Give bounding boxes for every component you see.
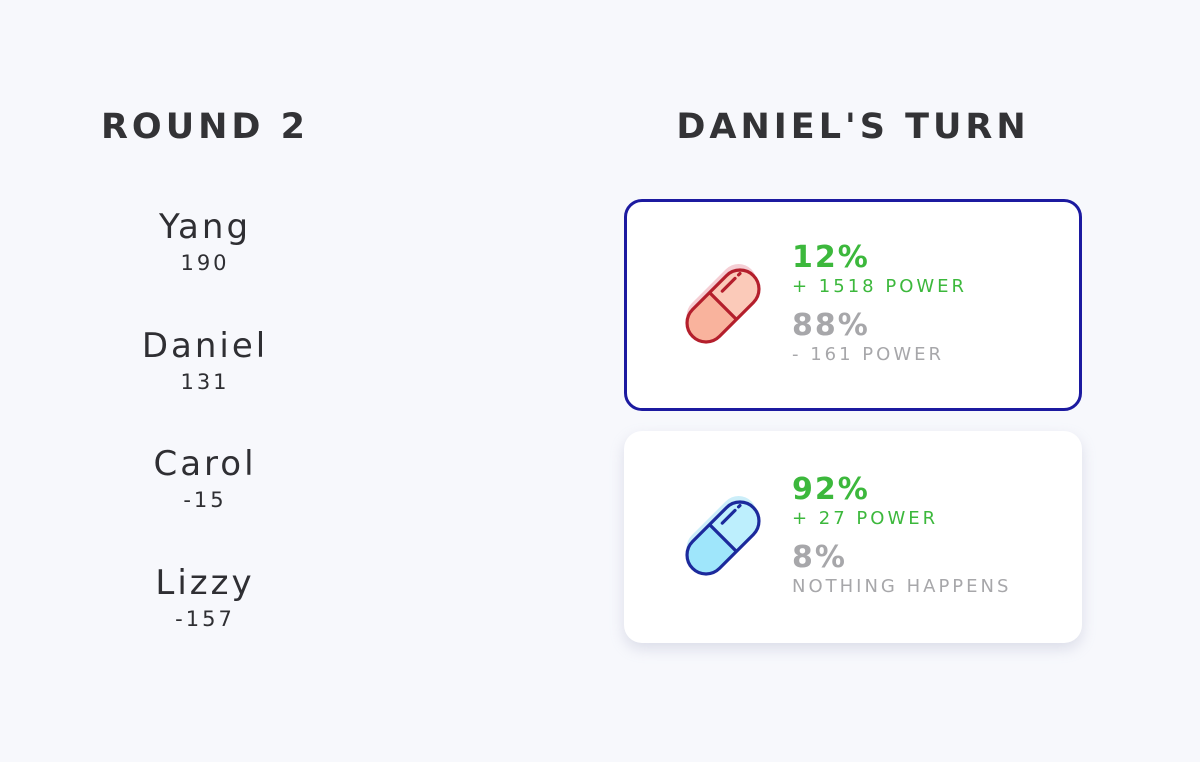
red-pill-icon: [685, 263, 761, 344]
player-name: Lizzy: [155, 562, 255, 603]
bad-outcome-chance: 8%: [792, 540, 847, 575]
bad-outcome-effect: NOTHING HAPPENS: [792, 576, 1012, 597]
blue-pill-icon: [685, 495, 761, 576]
player-entry-yang: Yang 190: [60, 205, 350, 324]
player-score: -157: [175, 606, 235, 631]
player-score: 131: [180, 369, 230, 394]
good-outcome-chance: 92%: [792, 472, 870, 507]
blue-pill-choice-card[interactable]: 92% + 27 POWER 8% NOTHING HAPPENS: [624, 431, 1082, 643]
player-score: -15: [183, 488, 227, 512]
player-entry-daniel: Daniel 131: [60, 324, 350, 443]
player-name: Yang: [158, 207, 252, 247]
player-name: Daniel: [141, 325, 269, 366]
good-outcome-effect: + 27 POWER: [792, 508, 939, 529]
player-entry-lizzy: Lizzy -157: [60, 561, 350, 680]
red-pill-odds: 12% + 1518 POWER 88% - 161 POWER: [792, 240, 1072, 366]
bad-outcome-chance: 88%: [792, 308, 870, 343]
player-name: Carol: [153, 444, 257, 484]
good-outcome-effect: + 1518 POWER: [792, 276, 968, 297]
round-title: ROUND 2: [100, 107, 309, 147]
player-entry-carol: Carol -15: [60, 442, 350, 561]
good-outcome-chance: 12%: [792, 240, 870, 275]
red-pill-choice-card[interactable]: 12% + 1518 POWER 88% - 161 POWER: [624, 199, 1082, 411]
bad-outcome-effect: - 161 POWER: [792, 344, 944, 365]
turn-title: DANIEL'S TURN: [676, 107, 1030, 147]
scoreboard: Yang 190 Daniel 131 Carol -15 Lizzy -157: [60, 205, 350, 679]
blue-pill-odds: 92% + 27 POWER 8% NOTHING HAPPENS: [792, 472, 1072, 598]
player-score: 190: [180, 251, 230, 275]
